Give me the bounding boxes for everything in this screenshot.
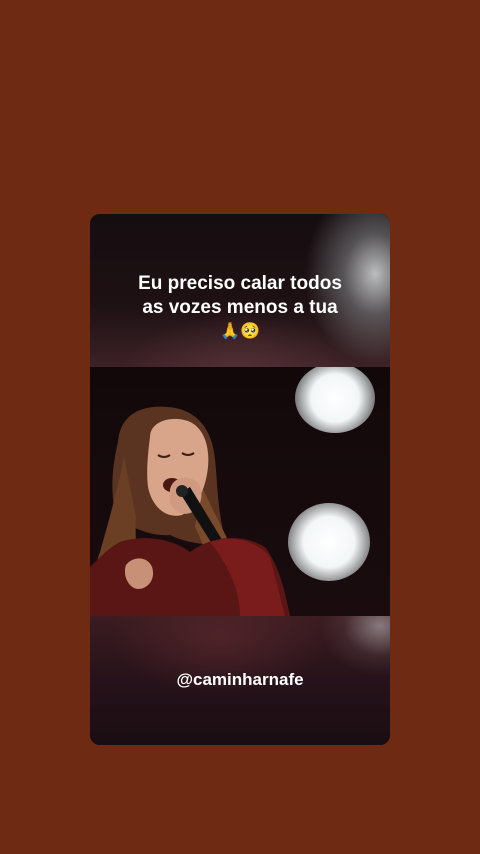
story-page: Eu preciso calar todos as vozes menos a … (0, 0, 480, 854)
caption-line-2: as vozes menos a tua (142, 297, 338, 318)
caption-line-1: Eu preciso calar todos (138, 273, 342, 294)
account-handle[interactable]: @caminharnafe (90, 670, 390, 690)
video-frame[interactable] (90, 367, 390, 616)
singer-image (90, 406, 290, 616)
story-card[interactable]: Eu preciso calar todos as vozes menos a … (90, 214, 390, 745)
story-caption: Eu preciso calar todos as vozes menos a … (110, 272, 370, 344)
caption-emojis: 🙏🥺 (220, 323, 260, 340)
